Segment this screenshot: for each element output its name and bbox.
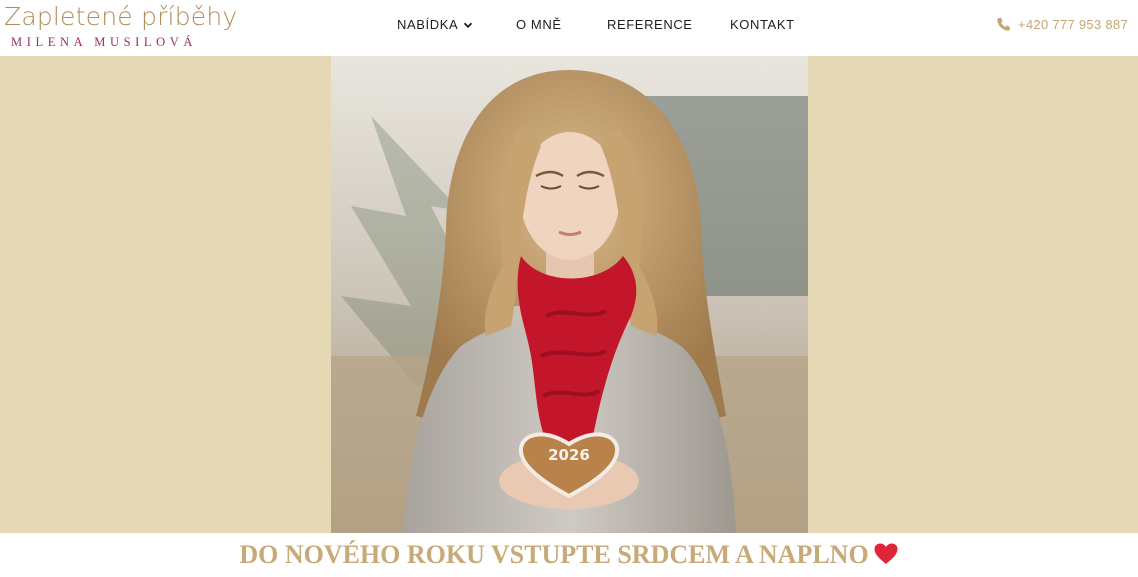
nav-item-o-mne[interactable]: O MNĚ: [516, 16, 562, 34]
hero-illustration: 2026: [331, 56, 808, 533]
logo-subtitle: MILENA MUSILOVÁ: [11, 35, 198, 49]
phone-link[interactable]: +420 777 953 887: [996, 16, 1128, 34]
hero-section: 2026: [0, 56, 1138, 533]
phone-number: +420 777 953 887: [1018, 17, 1128, 32]
site-header: Zapletené příběhy MILENA MUSILOVÁ NABÍDK…: [0, 0, 1138, 56]
logo[interactable]: Zapletené příběhy MILENA MUSILOVÁ: [4, 2, 238, 54]
nav-item-kontakt[interactable]: KONTAKT: [730, 16, 795, 34]
nav-item-nabidka[interactable]: NABÍDKA: [397, 16, 473, 34]
hero-photo: 2026: [331, 56, 808, 533]
cookie-year: 2026: [548, 446, 590, 464]
headline: DO NOVÉHO ROKU VSTUPTE SRDCEM A NAPLNO: [0, 533, 1138, 569]
phone-icon: [997, 17, 1010, 31]
headline-text: DO NOVÉHO ROKU VSTUPTE SRDCEM A NAPLNO: [239, 540, 869, 569]
logo-title: Zapletené příběhy: [4, 2, 238, 31]
chevron-down-icon: [464, 22, 473, 29]
nav-item-reference[interactable]: REFERENCE: [607, 16, 693, 34]
nav-item-label: NABÍDKA: [397, 17, 459, 32]
heart-icon: [874, 543, 898, 564]
